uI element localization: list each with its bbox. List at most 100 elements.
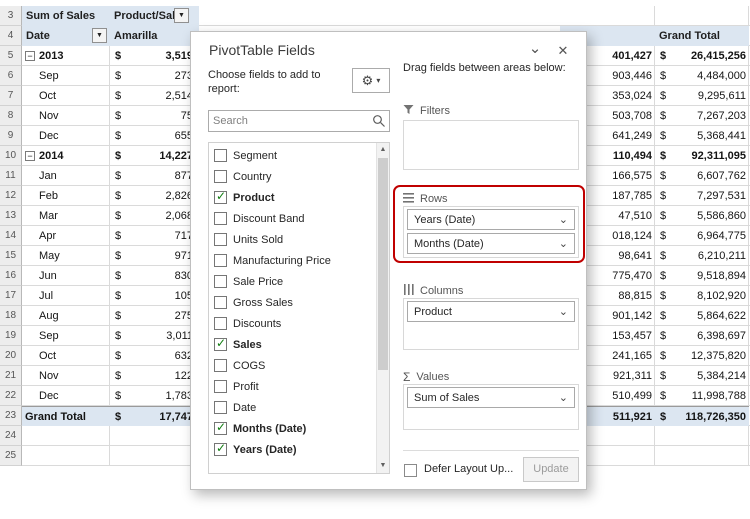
row-label-cell[interactable]: Oct	[22, 86, 110, 106]
filters-drop-area[interactable]	[403, 120, 579, 170]
field-list-item[interactable]: ✓ Product	[209, 187, 376, 208]
field-checkbox[interactable]	[214, 233, 227, 246]
update-button[interactable]: Update	[523, 457, 579, 482]
field-list-item[interactable]: Profit	[209, 376, 376, 397]
field-list-item[interactable]: Date	[209, 397, 376, 418]
field-checkbox[interactable]	[214, 317, 227, 330]
row-label-cell[interactable]: Jul	[22, 286, 110, 306]
row-label-cell[interactable]: Jan	[22, 166, 110, 186]
sales-value-cell[interactable]: $ 1,783	[110, 386, 195, 406]
sales-value-cell[interactable]: $ 122	[110, 366, 195, 386]
sales-value-cell[interactable]: $ 2,826	[110, 186, 195, 206]
area-field-pill-product[interactable]: Product ⌄	[407, 301, 575, 322]
date-filter-dropdown-button[interactable]: ▼	[92, 28, 107, 43]
row-label-cell[interactable]: Sep	[22, 326, 110, 346]
grand-total-value-cell[interactable]: $ 4,484,000	[655, 66, 749, 86]
sales-value-cell[interactable]: $ 717	[110, 226, 195, 246]
sales-value-cell[interactable]: $ 3,011	[110, 326, 195, 346]
field-list-item[interactable]: Discount Band	[209, 208, 376, 229]
field-list-item[interactable]: Sale Price	[209, 271, 376, 292]
tools-button[interactable]: ⚙ ▾	[352, 68, 390, 93]
area-field-pill-sum-of-sales[interactable]: Sum of Sales ⌄	[407, 387, 575, 408]
field-checkbox[interactable]	[214, 170, 227, 183]
area-field-pill-months-date[interactable]: Months (Date) ⌄	[407, 233, 575, 254]
grand-total-value-cell[interactable]: $ 8,102,920	[655, 286, 749, 306]
field-checkbox[interactable]	[214, 380, 227, 393]
field-checkbox[interactable]	[214, 296, 227, 309]
field-list-item[interactable]: ✓ Months (Date)	[209, 418, 376, 439]
grand-total-value-cell[interactable]: $ 5,368,441	[655, 126, 749, 146]
row-number[interactable]: 3	[0, 6, 22, 26]
grand-total-value-cell[interactable]: $ 26,415,256	[655, 46, 749, 66]
grand-total-value-cell[interactable]: $ 6,398,697	[655, 326, 749, 346]
grand-total-value-cell[interactable]: $ 11,998,788	[655, 386, 749, 406]
field-list-item[interactable]: Units Sold	[209, 229, 376, 250]
sales-value-cell[interactable]: $ 14,227	[110, 146, 195, 166]
rows-drop-area[interactable]: Years (Date) ⌄ Months (Date) ⌄	[403, 206, 579, 258]
field-checkbox[interactable]: ✓	[214, 336, 227, 351]
sales-value-cell[interactable]: $ 3,519	[110, 46, 195, 66]
sales-value-cell[interactable]: $ 2,068	[110, 206, 195, 226]
grand-total-value-cell[interactable]: $ 5,586,860	[655, 206, 749, 226]
cell-amarilla-header[interactable]: Amarilla	[110, 26, 199, 46]
row-number[interactable]: 25	[0, 446, 22, 466]
row-label-cell[interactable]: Dec	[22, 386, 110, 406]
cell-grand-total-header[interactable]: Grand Total	[655, 26, 749, 46]
sales-value-cell[interactable]: $ 75	[110, 106, 195, 126]
column-labels-dropdown-button[interactable]: ▼	[174, 8, 189, 23]
cell-sum-of-sales[interactable]: Sum of Sales	[22, 6, 110, 26]
sales-value-cell[interactable]: $ 971	[110, 246, 195, 266]
row-number[interactable]: 24	[0, 426, 22, 446]
field-list-item[interactable]: Country	[209, 166, 376, 187]
row-label-cell[interactable]: Nov	[22, 106, 110, 126]
sales-value-cell[interactable]: $ 2,514	[110, 86, 195, 106]
collapse-toggle[interactable]: −	[25, 51, 35, 61]
grand-total-value-cell[interactable]: $ 5,864,622	[655, 306, 749, 326]
scrollbar-thumb[interactable]	[378, 158, 388, 370]
field-checkbox[interactable]: ✓	[214, 420, 227, 435]
field-checkbox[interactable]: ✓	[214, 441, 227, 456]
field-checkbox[interactable]: ✓	[214, 189, 227, 204]
sales-value-cell[interactable]: $ 877	[110, 166, 195, 186]
row-label-cell[interactable]: − 2014	[22, 146, 110, 166]
cell-product-sales[interactable]: Product/Sales ▼	[110, 6, 199, 26]
grand-total-label-cell[interactable]: Grand Total	[22, 406, 110, 426]
cell-date-header[interactable]: Date ▼	[22, 26, 110, 46]
sales-value-cell[interactable]: $ 632	[110, 346, 195, 366]
field-checkbox[interactable]	[214, 401, 227, 414]
grand-total-value-cell[interactable]: $ 7,297,531	[655, 186, 749, 206]
collapse-toggle[interactable]: −	[25, 151, 35, 161]
field-checkbox[interactable]	[214, 275, 227, 288]
field-checkbox[interactable]	[214, 254, 227, 267]
field-checkbox[interactable]	[214, 212, 227, 225]
row-label-cell[interactable]: Oct	[22, 346, 110, 366]
scroll-down-icon[interactable]: ▼	[377, 459, 389, 473]
row-label-cell[interactable]: Aug	[22, 306, 110, 326]
grand-total-value-cell[interactable]: $ 6,210,211	[655, 246, 749, 266]
fields-list-scrollbar[interactable]: ▲ ▼	[376, 143, 389, 473]
values-drop-area[interactable]: Sum of Sales ⌄	[403, 384, 579, 430]
grand-total-value-cell[interactable]: $ 7,267,203	[655, 106, 749, 126]
grand-total-value-cell[interactable]: $ 9,295,611	[655, 86, 749, 106]
grand-total-sales-cell[interactable]: $ 17,747	[110, 406, 195, 426]
field-list-item[interactable]: ✓ Years (Date)	[209, 439, 376, 460]
grand-total-value-cell[interactable]: $ 12,375,820	[655, 346, 749, 366]
close-icon[interactable]: ✕	[552, 40, 574, 62]
sales-value-cell[interactable]: $ 275	[110, 306, 195, 326]
row-number[interactable]: 4	[0, 26, 22, 46]
grand-total-value-cell[interactable]: $ 6,964,775	[655, 226, 749, 246]
field-checkbox[interactable]	[214, 359, 227, 372]
field-checkbox[interactable]	[214, 149, 227, 162]
row-label-cell[interactable]: Mar	[22, 206, 110, 226]
row-label-cell[interactable]: Nov	[22, 366, 110, 386]
field-list-item[interactable]: COGS	[209, 355, 376, 376]
field-list-item[interactable]: Gross Sales	[209, 292, 376, 313]
field-list-item[interactable]: ✓ Sales	[209, 334, 376, 355]
row-label-cell[interactable]: Jun	[22, 266, 110, 286]
defer-layout-checkbox[interactable]	[404, 464, 417, 477]
grand-total-value-cell[interactable]: $ 6,607,762	[655, 166, 749, 186]
row-label-cell[interactable]: − 2013	[22, 46, 110, 66]
row-label-cell[interactable]: Sep	[22, 66, 110, 86]
field-list-item[interactable]: Segment	[209, 145, 376, 166]
sales-value-cell[interactable]: $ 830	[110, 266, 195, 286]
